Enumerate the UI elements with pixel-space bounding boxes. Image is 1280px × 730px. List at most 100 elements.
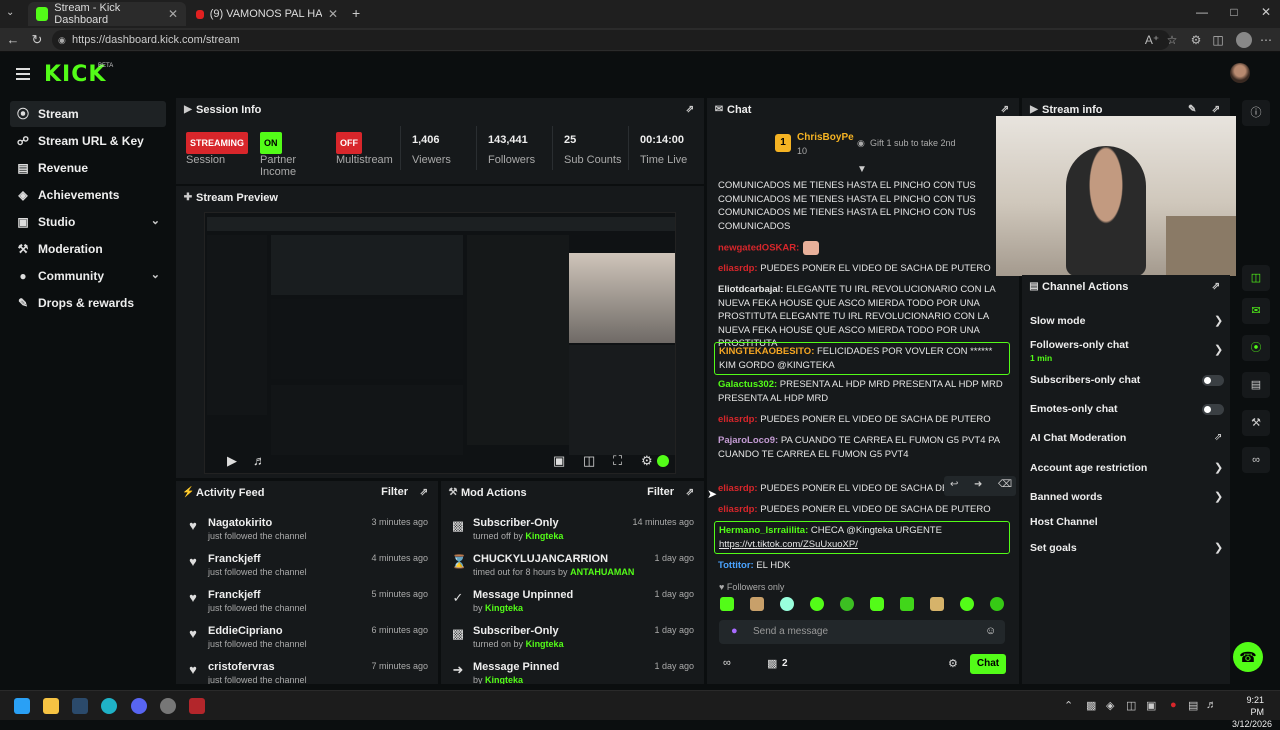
filter-button[interactable]: Filter bbox=[647, 486, 674, 498]
tray-chevron-icon[interactable]: ⌃ bbox=[1064, 699, 1073, 712]
chat-user[interactable]: newgatedOSKAR: bbox=[718, 243, 799, 254]
chat-user[interactable]: Tottitor: bbox=[718, 560, 754, 571]
sidebar-item-achievements[interactable]: ◈ Achievements bbox=[10, 182, 166, 208]
chat-user[interactable]: eliasrdp: bbox=[718, 483, 758, 494]
action-slow-mode[interactable]: Slow mode bbox=[1030, 315, 1085, 327]
steam-icon[interactable] bbox=[72, 698, 88, 714]
mod-by[interactable]: Kingteka bbox=[485, 603, 523, 613]
new-tab-icon[interactable]: + bbox=[352, 5, 360, 21]
sidebar-item-stream[interactable]: ⦿ Stream bbox=[10, 101, 166, 127]
emote-icon[interactable] bbox=[930, 597, 944, 611]
reply-icon[interactable]: ↩ bbox=[950, 479, 958, 490]
emote-icon[interactable] bbox=[960, 597, 974, 611]
emotes-only-toggle[interactable] bbox=[1202, 404, 1224, 415]
clock[interactable]: 9:21 PM 3/12/2026 bbox=[1232, 694, 1272, 730]
emote-icon[interactable] bbox=[870, 597, 884, 611]
pip-icon[interactable]: ◫ bbox=[583, 453, 595, 469]
close-tab-icon[interactable]: ✕ bbox=[328, 7, 338, 21]
emote-icon[interactable] bbox=[840, 597, 854, 611]
action-banned-words[interactable]: Banned words bbox=[1030, 491, 1102, 503]
tray-app-icon[interactable]: ▩ bbox=[1086, 699, 1096, 712]
refresh-icon[interactable]: ↻ bbox=[28, 32, 46, 48]
minimize-icon[interactable]: — bbox=[1192, 5, 1212, 19]
rail-clipboard-icon[interactable]: ▤ bbox=[1242, 372, 1270, 398]
discord-icon[interactable] bbox=[131, 698, 147, 714]
mod-by[interactable]: Kingteka bbox=[485, 675, 523, 684]
stream-preview-video[interactable]: ▶ ♬ ▣ ◫ ⛶ ⚙ bbox=[204, 212, 676, 474]
subscribers-only-toggle[interactable] bbox=[1202, 375, 1224, 386]
back-icon[interactable]: ← bbox=[4, 32, 22, 47]
tray-app-icon[interactable]: ▣ bbox=[1146, 699, 1156, 712]
emote-icon[interactable] bbox=[750, 597, 764, 611]
chat-user[interactable]: KINGTEKAOBESITO: bbox=[719, 346, 814, 357]
tab-kick-dashboard[interactable]: Stream - Kick Dashboard ✕ bbox=[28, 2, 186, 26]
emote-icon[interactable] bbox=[720, 597, 734, 611]
rail-chat-icon[interactable]: ✉ bbox=[1242, 298, 1270, 324]
chat-user[interactable]: Galactus302: bbox=[718, 379, 777, 390]
maximize-icon[interactable]: □ bbox=[1224, 5, 1244, 19]
chevron-right-icon[interactable]: ❯ bbox=[1214, 314, 1223, 327]
obs-icon[interactable] bbox=[189, 698, 205, 714]
fullscreen-icon[interactable]: ⛶ bbox=[613, 453, 622, 469]
action-account-age[interactable]: Account age restriction bbox=[1030, 462, 1147, 474]
start-icon[interactable] bbox=[14, 698, 30, 714]
sidebar-item-drops-rewards[interactable]: ✎ Drops & rewards bbox=[10, 290, 166, 316]
action-set-goals[interactable]: Set goals bbox=[1030, 542, 1077, 554]
tray-app-icon[interactable]: ◫ bbox=[1126, 699, 1136, 712]
mod-by[interactable]: Kingteka bbox=[525, 531, 563, 541]
popout-icon[interactable]: ⇗ bbox=[684, 104, 696, 116]
rail-community-icon[interactable]: ∞ bbox=[1242, 447, 1270, 473]
screenshot-icon[interactable]: ▣ bbox=[553, 453, 565, 469]
popout-icon[interactable]: ⇗ bbox=[1210, 104, 1222, 116]
hamburger-menu-icon[interactable] bbox=[16, 68, 30, 80]
popout-icon[interactable]: ⇗ bbox=[684, 487, 696, 499]
chevron-right-icon[interactable]: ❯ bbox=[1214, 490, 1223, 503]
chat-settings-icon[interactable]: ⚙ bbox=[948, 657, 958, 670]
chat-user[interactable]: eliasrdp: bbox=[718, 504, 758, 515]
profile-avatar[interactable] bbox=[1236, 32, 1252, 48]
chevron-right-icon[interactable]: ❯ bbox=[1214, 461, 1223, 474]
emote-icon[interactable] bbox=[900, 597, 914, 611]
sidebar-item-revenue[interactable]: ▤ Revenue bbox=[10, 155, 166, 181]
chat-user[interactable]: PajaroLoco9: bbox=[718, 435, 778, 446]
chat-user[interactable]: Eliotdcarbajal: bbox=[718, 284, 783, 295]
tray-mic-icon[interactable]: ● bbox=[1170, 699, 1177, 711]
close-window-icon[interactable]: ✕ bbox=[1256, 5, 1276, 19]
read-aloud-icon[interactable]: A⁺ bbox=[1144, 33, 1160, 47]
more-icon[interactable]: ⋯ bbox=[1258, 33, 1274, 47]
activity-user[interactable]: EddieCipriano bbox=[208, 625, 283, 637]
chat-user[interactable]: eliasrdp: bbox=[718, 263, 758, 274]
emote-icon[interactable] bbox=[990, 597, 1004, 611]
chat-link[interactable]: https://vt.tiktok.com/ZSuUxuoXP/ bbox=[719, 539, 858, 550]
sidebar-item-community[interactable]: ● Community ⌄ bbox=[10, 263, 166, 289]
chat-send-button[interactable]: Chat bbox=[970, 654, 1006, 674]
sidebar-item-studio[interactable]: ▣ Studio ⌄ bbox=[10, 209, 166, 235]
tray-steam-icon[interactable]: ◈ bbox=[1106, 699, 1114, 712]
mod-by[interactable]: ANTAHUAMAN bbox=[570, 567, 634, 577]
activity-user[interactable]: Nagatokirito bbox=[208, 517, 272, 529]
collapse-icon[interactable]: ▼ bbox=[857, 164, 867, 175]
site-info-icon[interactable]: ◉ bbox=[58, 30, 66, 50]
rail-wrench-icon[interactable]: ⚒ bbox=[1242, 410, 1270, 436]
tab-actions-icon[interactable]: ⌄ bbox=[6, 7, 14, 18]
activity-user[interactable]: Franckjeff bbox=[208, 553, 261, 565]
app-icon[interactable] bbox=[160, 698, 176, 714]
filter-button[interactable]: Filter bbox=[381, 486, 408, 498]
favorite-icon[interactable]: ☆ bbox=[1164, 33, 1180, 47]
split-screen-icon[interactable]: ◫ bbox=[1210, 33, 1226, 47]
tray-network-icon[interactable]: ▤ bbox=[1188, 699, 1198, 712]
community-icon[interactable]: ∞ bbox=[723, 657, 731, 669]
popout-icon[interactable]: ⇗ bbox=[1210, 281, 1222, 293]
popout-icon[interactable]: ⇗ bbox=[418, 487, 430, 499]
action-subscribers-only[interactable]: Subscribers-only chat bbox=[1030, 374, 1140, 386]
mod-by[interactable]: Kingteka bbox=[526, 639, 564, 649]
edge-icon[interactable] bbox=[101, 698, 117, 714]
chevron-right-icon[interactable]: ❯ bbox=[1214, 343, 1223, 356]
volume-icon[interactable]: ♬ bbox=[253, 453, 266, 468]
close-tab-icon[interactable]: ✕ bbox=[168, 7, 178, 21]
action-emotes-only[interactable]: Emotes-only chat bbox=[1030, 403, 1118, 415]
gift-subs-icon[interactable]: ▩ bbox=[767, 657, 777, 670]
emote-icon[interactable] bbox=[810, 597, 824, 611]
external-link-icon[interactable]: ⇗ bbox=[1214, 432, 1222, 443]
activity-user[interactable]: cristofervras bbox=[208, 661, 275, 673]
